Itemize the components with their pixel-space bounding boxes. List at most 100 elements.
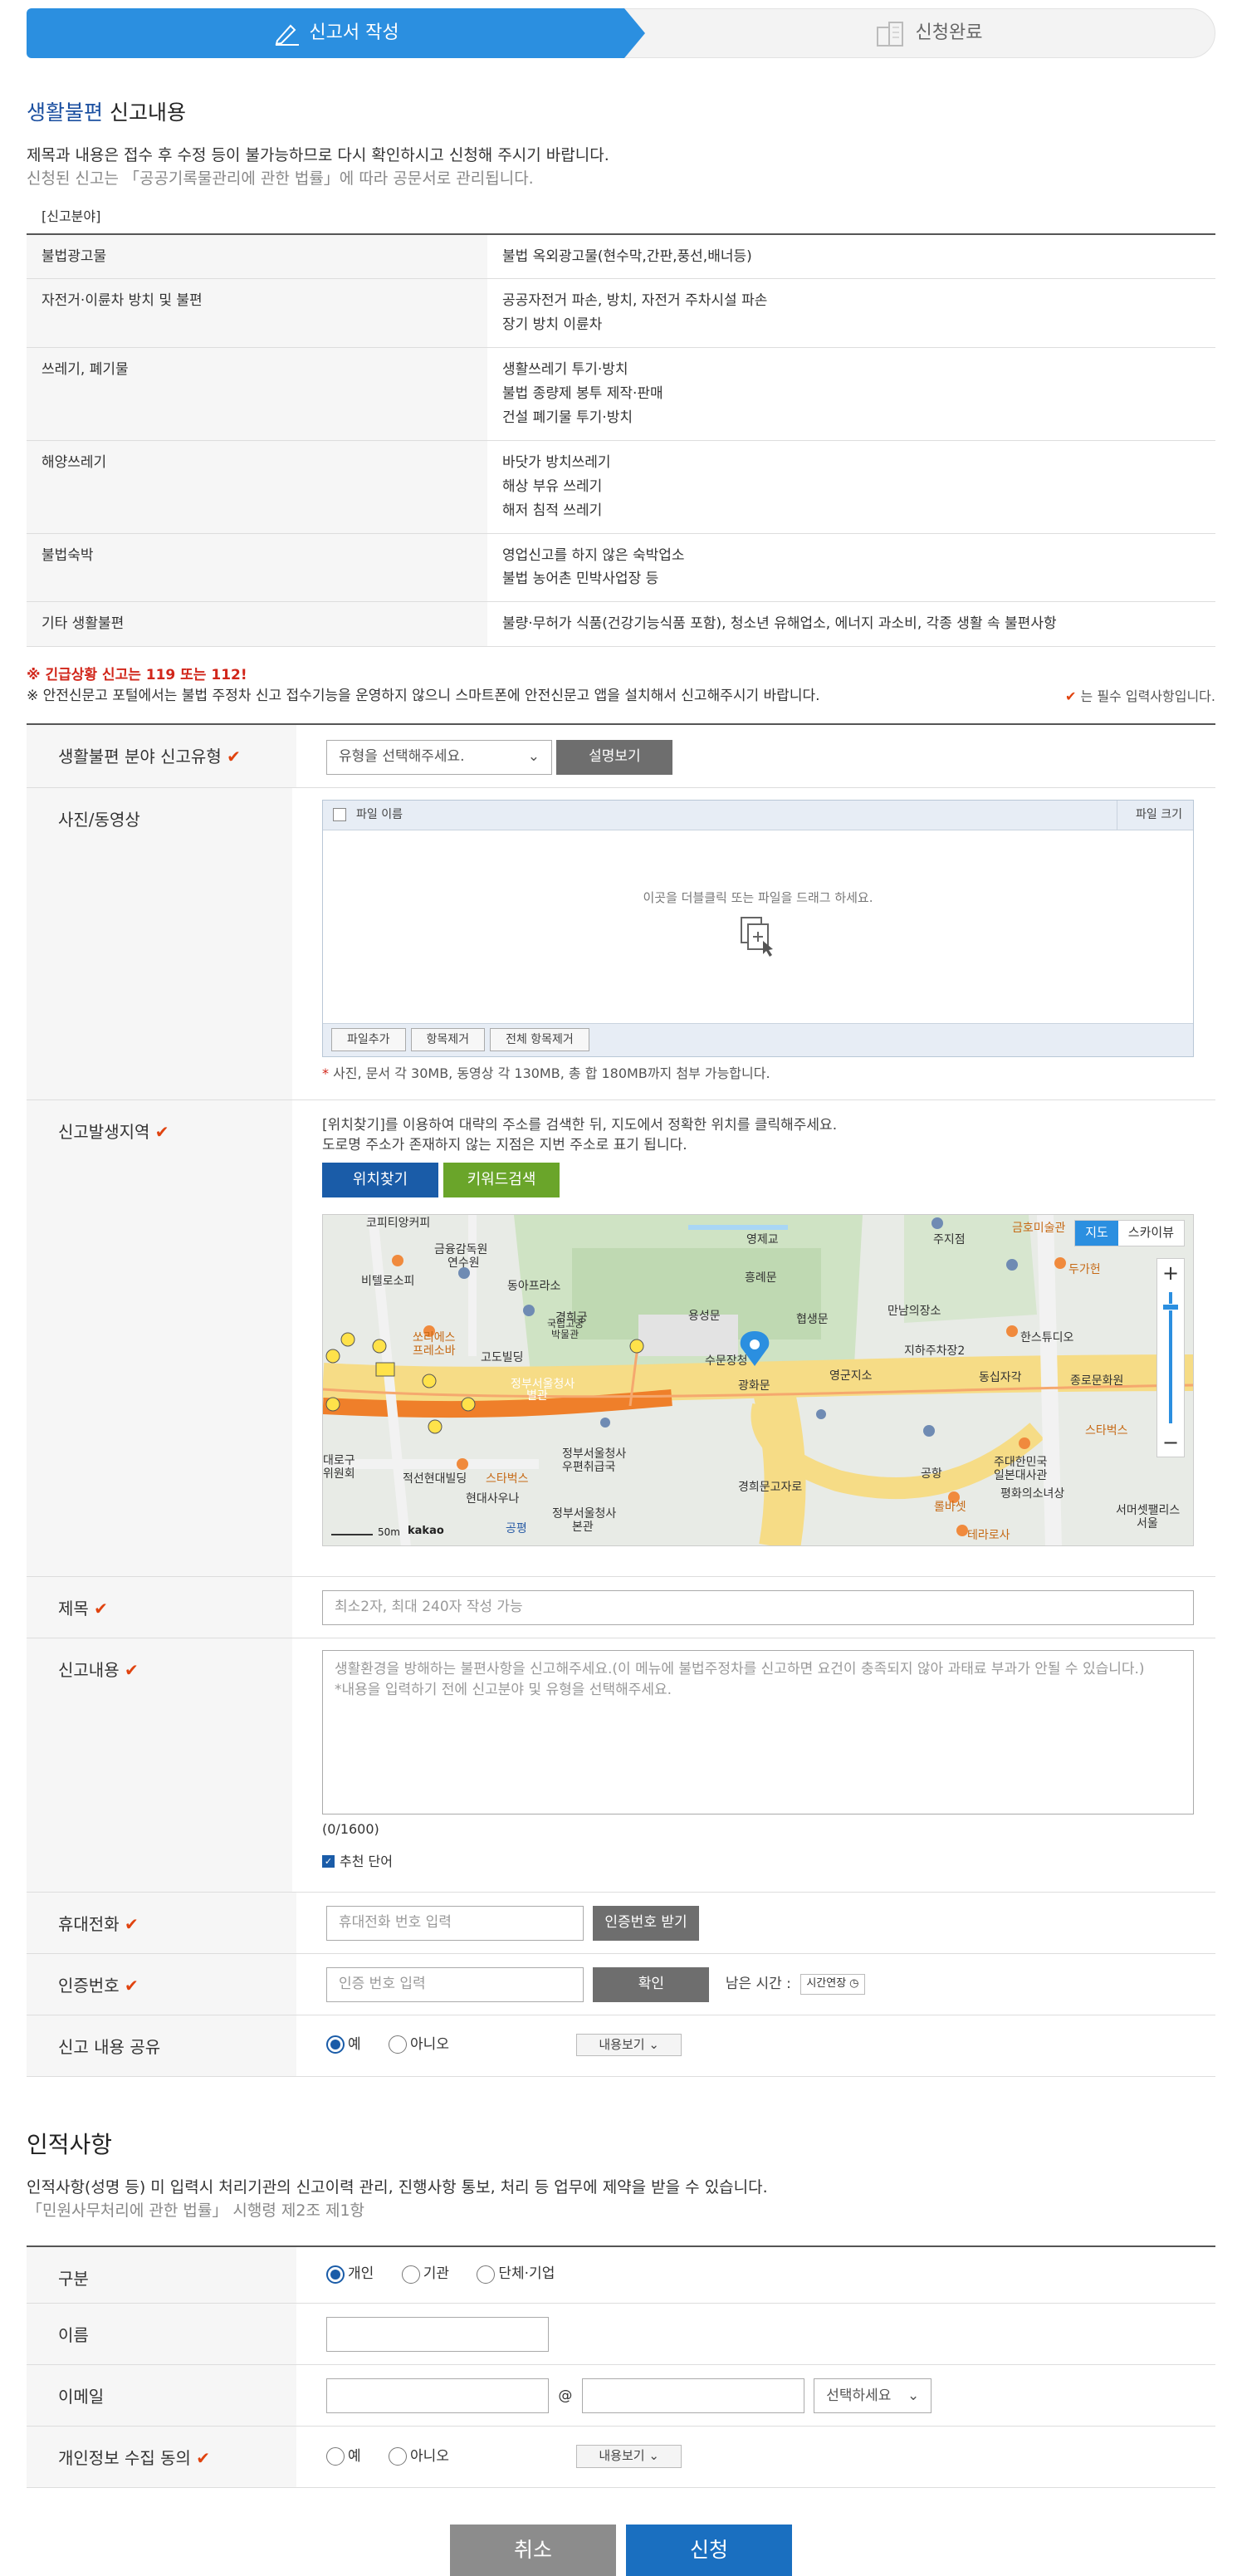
consent-no-radio[interactable]: 아니오	[389, 2446, 449, 2467]
checkbox-checked-icon[interactable]: ✓	[322, 1854, 335, 1868]
step-complete: 신청완료	[608, 8, 1215, 58]
svg-text:지하주차장2: 지하주차장2	[904, 1344, 965, 1358]
char-counter: (0/1600)	[322, 1820, 379, 1837]
auth-label: 인증번호 ✔	[27, 1953, 296, 2015]
svg-text:광화문: 광화문	[738, 1379, 770, 1393]
kind-group-radio[interactable]: 단체·기업	[477, 2264, 555, 2285]
auth-code-input[interactable]: 인증 번호 입력	[326, 1966, 584, 2002]
email-id-input[interactable]	[326, 2378, 549, 2414]
svg-text:스타벅스: 스타벅스	[1085, 1424, 1128, 1437]
zoom-control: + −	[1156, 1257, 1185, 1457]
category-desc: 공공자전거 파손, 방치, 자전거 주차시설 파손 장기 방치 이륜차	[487, 278, 1215, 349]
step-write: 신고서 작성	[27, 8, 645, 58]
title-input[interactable]: 최소2자, 최대 240자 작성 가능	[322, 1589, 1194, 1625]
category-row: 해양쓰레기 바닷가 방치쓰레기 해상 부유 쓰레기 해저 침적 쓰레기	[27, 440, 1215, 534]
svg-text:일본대사관: 일본대사관	[994, 1469, 1048, 1482]
map-tab[interactable]: 지도	[1075, 1220, 1118, 1246]
report-form: 생활불편 분야 신고유형 ✔ 유형을 선택해주세요. ⌄ 설명보기 사진/동영상 …	[27, 722, 1215, 2077]
zoom-out-button[interactable]: −	[1162, 1428, 1179, 1457]
chevron-down-icon: ⌄	[648, 2036, 659, 2052]
title-label: 제목 ✔	[27, 1576, 292, 1638]
clock-icon: ◷	[849, 1977, 859, 1991]
share-view-button[interactable]: 내용보기 ⌄	[576, 2033, 682, 2057]
svg-text:흥례문: 흥례문	[745, 1271, 777, 1285]
map-brand: kakao	[408, 1524, 444, 1537]
svg-text:협생문: 협생문	[796, 1313, 829, 1326]
recommend-words[interactable]: ✓ 추천 단어	[322, 1852, 1194, 1871]
required-check-icon: ✔	[196, 2448, 211, 2469]
svg-text:경희문고자로: 경희문고자로	[738, 1481, 802, 1494]
consent-label: 개인정보 수집 동의 ✔	[27, 2427, 296, 2488]
zoom-slider[interactable]	[1162, 1291, 1179, 1423]
chevron-down-icon: ⌄	[648, 2448, 659, 2464]
media-label: 사진/동영상	[27, 787, 292, 1099]
svg-text:정부서울청사: 정부서울청사	[552, 1507, 616, 1521]
remaining-time: 남은 시간 :	[725, 1976, 791, 1993]
find-location-button[interactable]: 위치찾기	[322, 1162, 438, 1197]
row-type: 생활불편 분야 신고유형 ✔ 유형을 선택해주세요. ⌄ 설명보기	[27, 724, 1215, 788]
request-code-button[interactable]: 인증번호 받기	[593, 1905, 699, 1941]
kind-org-radio[interactable]: 기관	[401, 2264, 449, 2285]
svg-text:본관: 본관	[572, 1521, 594, 1534]
consent-yes-radio[interactable]: 예	[326, 2446, 361, 2467]
svg-text:별관: 별관	[526, 1389, 548, 1403]
progress-steps: 신고서 작성 신청완료	[27, 8, 1215, 58]
email-domain-select[interactable]: 선택하세요 ⌄	[814, 2378, 932, 2414]
at-sign: @	[558, 2387, 573, 2404]
required-check-icon: ✔	[124, 1659, 139, 1680]
intro-text: 제목과 내용은 접수 후 수정 등이 불가능하므로 다시 확인하시고 신청해 주…	[27, 146, 609, 188]
zoom-in-button[interactable]: +	[1162, 1259, 1179, 1287]
svg-text:주지점: 주지점	[933, 1233, 966, 1246]
required-check-icon: ✔	[124, 1913, 139, 1934]
svg-text:연수원: 연수원	[447, 1256, 480, 1270]
content-textarea[interactable]: 생활환경을 방해하는 불편사항을 신고해주세요.(이 메뉴에 불법주정차를 신고…	[322, 1649, 1194, 1814]
svg-text:국립고궁: 국립고궁	[547, 1318, 584, 1330]
drop-zone[interactable]: 이곳을 더블클릭 또는 파일을 드래그 하세요.	[323, 830, 1193, 1023]
skyview-tab[interactable]: 스카이뷰	[1118, 1221, 1184, 1246]
map-canvas[interactable]: 코피티앙커피 금융감독원연수원 비텔로소피 동아프라소 경희궁 국립고궁박물관 …	[323, 1214, 1194, 1546]
svg-text:한스튜디오: 한스튜디오	[1020, 1331, 1074, 1344]
keyword-search-button[interactable]: 키워드검색	[443, 1162, 560, 1197]
category-table: 불법광고물 불법 옥외광고물(현수막,간판,풍선,배너등) 자전거·이륜차 방치 및…	[27, 233, 1215, 648]
chevron-down-icon: ⌄	[527, 748, 540, 766]
cancel-button[interactable]: 취소	[450, 2525, 616, 2576]
row-media: 사진/동영상 파일 이름 파일 크기 이곳을 더블클릭 또는 파일을 드래그 하…	[27, 787, 1215, 1100]
type-select[interactable]: 유형을 선택해주세요. ⌄	[326, 739, 552, 775]
svg-text:공평: 공평	[506, 1522, 527, 1535]
svg-text:적선현대빌딩: 적선현대빌딩	[403, 1472, 467, 1486]
extend-time-button[interactable]: 시간연장 ◷	[800, 1974, 865, 1995]
row-consent: 개인정보 수집 동의 ✔ 예 아니오 내용보기 ⌄	[27, 2427, 1215, 2489]
phone-input[interactable]: 휴대전화 번호 입력	[326, 1905, 584, 1941]
kind-person-radio[interactable]: 개인	[326, 2264, 374, 2285]
explain-button[interactable]: 설명보기	[556, 739, 673, 775]
privacy-form: 구분 개인 기관 단체·기업 이름 이메일 @ 선택하세요 ⌄ 개인정보 수집 동…	[27, 2245, 1215, 2489]
share-no-radio[interactable]: 아니오	[389, 2035, 449, 2055]
category-desc: 생활쓰레기 투기·방치 불법 종량제 봉투 제작·판매 건설 폐기물 투기·방치	[487, 347, 1215, 441]
map[interactable]: 코피티앙커피 금융감독원 연수원 비텔로소피 동아프라소 경희궁 국립고궁 박물관 …	[322, 1213, 1194, 1546]
confirm-code-button[interactable]: 확인	[593, 1966, 710, 2002]
svg-text:롤바셋: 롤바셋	[934, 1501, 966, 1514]
svg-text:현대사우나: 현대사우나	[466, 1492, 520, 1506]
row-location: 신고발생지역 ✔ [위치찾기]를 이용하여 대략의 주소를 검색한 뒤, 지도에…	[27, 1099, 1215, 1577]
svg-text:위원회: 위원회	[323, 1467, 355, 1481]
share-yes-radio[interactable]: 예	[326, 2035, 361, 2055]
remove-all-button[interactable]: 전체 항목제거	[490, 1027, 589, 1052]
email-domain-input[interactable]	[581, 2378, 804, 2414]
location-label: 신고발생지역 ✔	[27, 1099, 292, 1576]
svg-text:박물관: 박물관	[551, 1329, 579, 1340]
svg-text:쏘리에스: 쏘리에스	[413, 1331, 456, 1344]
file-upload-area[interactable]: 파일 이름 파일 크기 이곳을 더블클릭 또는 파일을 드래그 하세요. 파일추…	[322, 799, 1194, 1057]
svg-text:만남의장소: 만남의장소	[887, 1305, 941, 1318]
svg-text:주대한민국: 주대한민국	[994, 1456, 1048, 1469]
svg-text:수문장청: 수문장청	[705, 1354, 748, 1368]
svg-text:공항: 공항	[921, 1467, 942, 1481]
svg-text:서울: 서울	[1137, 1517, 1158, 1530]
category-desc: 영업신고를 하지 않은 숙박업소 불법 농어촌 민박사업장 등	[487, 533, 1215, 603]
select-all-checkbox[interactable]	[333, 808, 346, 821]
remove-item-button[interactable]: 항목제거	[410, 1027, 486, 1052]
submit-button[interactable]: 신청	[626, 2525, 792, 2576]
add-file-button[interactable]: 파일추가	[331, 1027, 406, 1052]
category-name: 불법숙박	[27, 533, 487, 603]
consent-view-button[interactable]: 내용보기 ⌄	[576, 2445, 682, 2468]
name-input[interactable]	[326, 2317, 549, 2353]
